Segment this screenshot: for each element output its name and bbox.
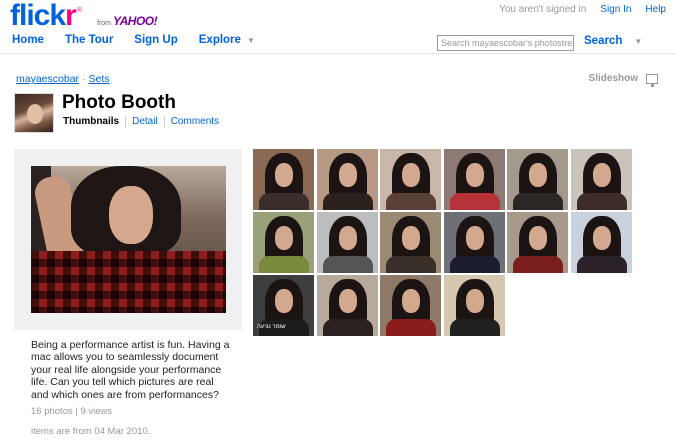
- logo-registered: ®: [76, 7, 82, 14]
- breadcrumb-separator: ·: [82, 73, 86, 85]
- avatar[interactable]: [14, 93, 54, 133]
- photo-thumbnail[interactable]: [443, 212, 505, 273]
- photo-thumbnail[interactable]: [316, 149, 378, 210]
- account-links: You aren't signed in Sign In Help: [499, 4, 666, 15]
- set-stats: 16 photos | 9 views: [31, 406, 113, 417]
- nav-explore[interactable]: Explore ▼: [199, 34, 255, 46]
- primary-photo[interactable]: [31, 166, 226, 313]
- set-description: Being a performance artist is fun. Havin…: [31, 339, 230, 401]
- search-button-label[interactable]: Search: [584, 35, 622, 47]
- search-input[interactable]: Search mayaescobar's photostre: [437, 35, 574, 51]
- photo-thumbnail[interactable]: [380, 149, 441, 210]
- signed-out-status: You aren't signed in: [499, 4, 587, 15]
- page-title: Photo Booth: [62, 92, 176, 113]
- view-comments-link[interactable]: Comments: [171, 116, 219, 127]
- view-switcher: Thumbnails Detail Comments: [63, 116, 219, 127]
- breadcrumb-sets-link[interactable]: Sets: [89, 73, 110, 85]
- breadcrumb: mayaescobar · Sets: [16, 73, 110, 85]
- thumbnail-caption: שומר נגיעה: [257, 324, 286, 330]
- photo-thumbnail[interactable]: [253, 212, 314, 273]
- slideshow-button[interactable]: Slideshow: [589, 73, 658, 87]
- view-thumbnails: Thumbnails: [63, 116, 120, 127]
- photo-thumbnail[interactable]: [570, 149, 632, 210]
- nav-sign-up[interactable]: Sign Up: [134, 34, 177, 46]
- sign-in-link[interactable]: Sign In: [600, 4, 631, 15]
- main-nav: Home The Tour Sign Up Explore ▼: [12, 34, 255, 46]
- header-divider: [0, 53, 676, 54]
- photo-thumbnail[interactable]: [316, 275, 378, 336]
- logo-text-r: r: [65, 0, 77, 32]
- photo-thumbnail[interactable]: [570, 212, 632, 273]
- photo-thumbnail[interactable]: [507, 149, 568, 210]
- nav-home[interactable]: Home: [12, 34, 44, 46]
- yahoo-logo: YAHOO!: [113, 14, 158, 28]
- logo-text-flick: flick: [10, 0, 66, 32]
- photo-thumbnail[interactable]: [253, 149, 314, 210]
- nav-explore-link[interactable]: Explore: [199, 34, 241, 46]
- monitor-icon[interactable]: [646, 73, 658, 87]
- photo-thumbnail[interactable]: [443, 275, 505, 336]
- photo-thumbnail[interactable]: [380, 212, 441, 273]
- photo-thumbnail[interactable]: [443, 149, 505, 210]
- primary-photo-frame: [14, 149, 242, 330]
- search-button[interactable]: Search ▼: [584, 35, 642, 47]
- thumbnail-grid: שומר נגיעה: [253, 149, 633, 336]
- slideshow-label[interactable]: Slideshow: [589, 73, 638, 84]
- logo-from: from: [97, 20, 111, 27]
- nav-the-tour[interactable]: The Tour: [65, 34, 113, 46]
- photo-thumbnail[interactable]: שומר נגיעה: [253, 275, 314, 336]
- flickr-logo[interactable]: flickr ®: [10, 0, 82, 32]
- set-dates: items are from 04 Mar 2010.: [31, 426, 151, 437]
- help-link[interactable]: Help: [645, 4, 666, 15]
- chevron-down-icon[interactable]: ▼: [634, 37, 642, 46]
- photo-thumbnail[interactable]: [316, 212, 378, 273]
- chevron-down-icon[interactable]: ▼: [247, 36, 255, 45]
- photo-thumbnail[interactable]: [380, 275, 441, 336]
- photo-thumbnail[interactable]: [507, 212, 568, 273]
- breadcrumb-user-link[interactable]: mayaescobar: [16, 73, 79, 85]
- view-detail-link[interactable]: Detail: [132, 116, 158, 127]
